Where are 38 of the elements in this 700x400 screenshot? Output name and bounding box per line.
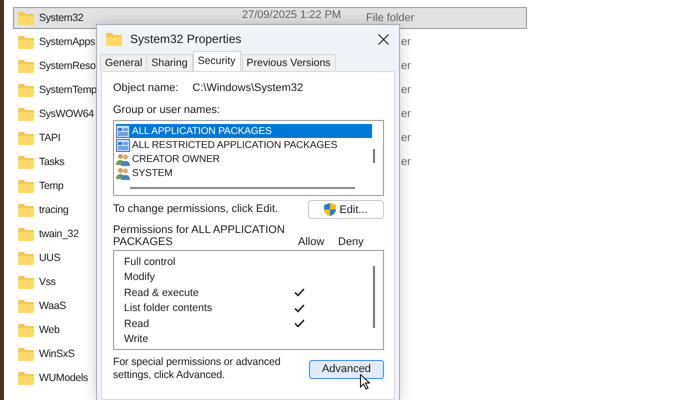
file-type: er	[401, 60, 411, 72]
deny-header: Deny	[338, 236, 364, 248]
file-type: er	[401, 36, 411, 48]
change-hint: To change permissions, click Edit.	[113, 203, 278, 215]
allow-header: Allow	[298, 236, 326, 248]
file-name: WaaS	[39, 300, 68, 312]
permission-name: List folder contents	[124, 302, 214, 314]
file-date: 27/09/2025 1:22 PM	[242, 9, 342, 21]
permission-name: Read & execute	[124, 286, 200, 299]
file-name: tracing	[39, 204, 70, 216]
permission-name: Modify	[124, 271, 156, 284]
file-name: Temp	[39, 180, 64, 192]
permission-name: Full control	[124, 256, 176, 268]
file-name: UUS	[39, 252, 62, 264]
permissions-label: Permissions for ALL APPLICATION PACKAGES	[113, 224, 286, 248]
file-type: File folder	[366, 12, 414, 24]
file-type: er	[401, 132, 411, 144]
file-type: er	[401, 84, 411, 96]
file-name: Web	[39, 324, 60, 336]
advanced-hint: For special permissions or advanced settings, click Advanced.	[113, 356, 282, 382]
window-title: System32 Properties	[130, 32, 242, 46]
permission-name: Read	[124, 318, 150, 330]
file-name: SystemReso	[39, 60, 93, 72]
groups-label: Group or user names:	[113, 104, 220, 116]
object-name-value: C:\Windows\System32	[192, 82, 304, 94]
file-type: er	[401, 156, 411, 168]
file-name: SysWOW64	[39, 108, 93, 120]
file-name: WinSxS	[39, 348, 76, 360]
file-type: er	[401, 108, 411, 120]
permission-name: Write	[124, 333, 150, 346]
file-name: System32	[39, 12, 84, 24]
file-name: Tasks	[39, 156, 66, 168]
file-name: TAPI	[39, 132, 62, 144]
file-name: twain_32	[39, 228, 80, 240]
file-name: SystemApps	[39, 36, 93, 48]
file-name: WUModels	[39, 372, 89, 384]
object-name-label: Object name:	[113, 82, 178, 94]
file-name: Vss	[39, 276, 57, 288]
